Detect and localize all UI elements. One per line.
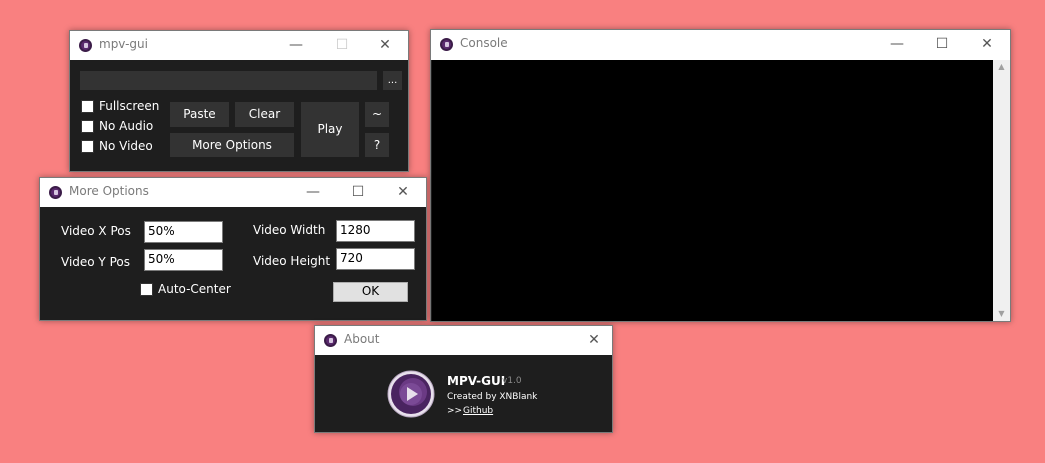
- clear-button[interactable]: Clear: [235, 102, 294, 127]
- minimize-button[interactable]: —: [874, 30, 920, 59]
- console-output[interactable]: [432, 60, 993, 321]
- play-button[interactable]: Play: [301, 102, 359, 157]
- console-scrollbar[interactable]: ▲ ▼: [993, 60, 1010, 321]
- video-width-input[interactable]: 1280: [336, 220, 415, 242]
- close-button[interactable]: ✕: [362, 31, 408, 60]
- browse-button[interactable]: ...: [383, 71, 402, 90]
- auto-center-label: Auto-Center: [158, 282, 231, 296]
- console-window-title: Console: [460, 36, 508, 50]
- video-x-label: Video X Pos: [61, 224, 131, 238]
- created-by: Created by XNBlank: [447, 392, 538, 402]
- more-options-button[interactable]: More Options: [170, 133, 294, 157]
- mpv-logo-icon: [49, 186, 62, 199]
- close-button[interactable]: ✕: [575, 326, 613, 355]
- github-link[interactable]: Github: [463, 406, 493, 416]
- mpv-large-logo-icon: [387, 370, 435, 418]
- fullscreen-label: Fullscreen: [99, 99, 160, 113]
- minimize-button[interactable]: —: [290, 178, 336, 207]
- console-titlebar[interactable]: Console — ☐ ✕: [431, 30, 1010, 60]
- about-title: About: [344, 332, 380, 346]
- no-audio-checkbox[interactable]: [81, 120, 94, 133]
- video-x-input[interactable]: 50%: [144, 221, 223, 243]
- maximize-button[interactable]: ☐: [335, 178, 381, 207]
- main-window-title: mpv-gui: [99, 37, 148, 51]
- more-options-title: More Options: [69, 184, 149, 198]
- close-button[interactable]: ✕: [964, 30, 1010, 59]
- ok-button[interactable]: OK: [333, 282, 408, 302]
- main-window: mpv-gui — ☐ ✕ ... Fullscreen No Audio No…: [69, 30, 409, 172]
- auto-center-checkbox[interactable]: [140, 283, 153, 296]
- mpv-logo-icon: [79, 39, 92, 52]
- console-window: Console — ☐ ✕ ▲ ▼: [430, 29, 1011, 322]
- app-version: v1.0: [502, 376, 522, 386]
- tilde-button[interactable]: ~: [365, 102, 389, 127]
- no-video-checkbox[interactable]: [81, 140, 94, 153]
- no-audio-label: No Audio: [99, 119, 154, 133]
- scroll-down-icon[interactable]: ▼: [993, 307, 1010, 321]
- maximize-button[interactable]: ☐: [919, 30, 965, 59]
- app-name: MPV-GUI: [447, 374, 506, 388]
- about-window: About ✕ MPV-GUI v1.0 Created by XNBlank …: [314, 325, 613, 433]
- video-y-label: Video Y Pos: [61, 255, 130, 269]
- link-prefix: >>: [447, 406, 463, 416]
- maximize-button[interactable]: ☐: [319, 31, 365, 60]
- fullscreen-checkbox[interactable]: [81, 100, 94, 113]
- mpv-logo-icon: [324, 334, 337, 347]
- video-y-input[interactable]: 50%: [144, 249, 223, 271]
- close-button[interactable]: ✕: [380, 178, 426, 207]
- no-video-label: No Video: [99, 139, 153, 153]
- video-height-label: Video Height: [253, 254, 331, 268]
- scroll-up-icon[interactable]: ▲: [993, 60, 1010, 74]
- minimize-button[interactable]: —: [273, 31, 319, 60]
- video-width-label: Video Width: [253, 223, 326, 237]
- video-height-input[interactable]: 720: [336, 248, 415, 270]
- main-titlebar[interactable]: mpv-gui — ☐ ✕: [70, 31, 408, 60]
- paste-button[interactable]: Paste: [170, 102, 229, 127]
- mpv-logo-icon: [440, 38, 453, 51]
- more-options-window: More Options — ☐ ✕ Video X Pos 50% Video…: [39, 177, 427, 321]
- file-path-input[interactable]: [80, 71, 377, 90]
- about-titlebar[interactable]: About ✕: [315, 326, 612, 355]
- more-options-titlebar[interactable]: More Options — ☐ ✕: [40, 178, 426, 207]
- help-button[interactable]: ?: [365, 133, 389, 157]
